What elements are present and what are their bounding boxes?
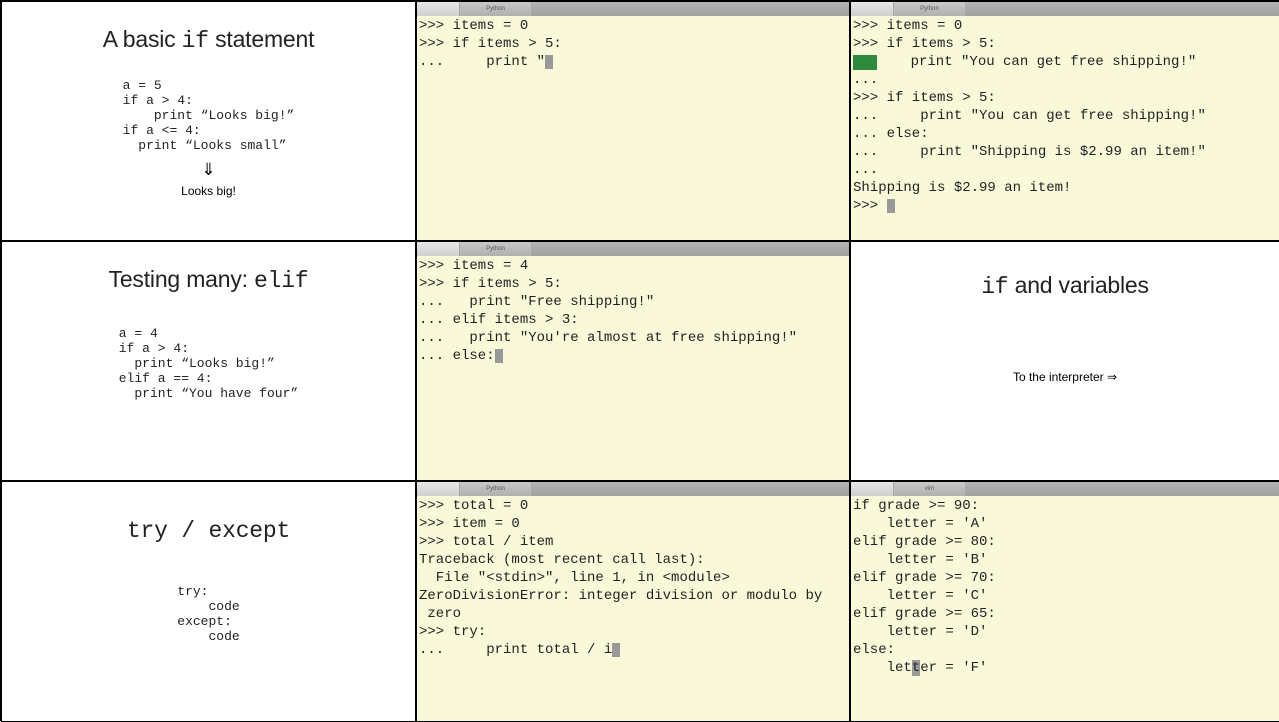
cursor-icon xyxy=(612,643,620,657)
cursor-icon xyxy=(545,55,553,69)
title-keyword: try / except xyxy=(127,518,290,544)
title-text-2: statement xyxy=(209,26,314,52)
slide-title: try / except xyxy=(2,516,415,544)
highlight-cursor-icon xyxy=(853,55,877,70)
terminal-titlebar: Python xyxy=(417,482,849,496)
titlebar-segment xyxy=(417,242,460,256)
title-keyword: if xyxy=(182,28,209,54)
terminal-tab-label: Python xyxy=(460,482,532,496)
slide-grid: A basic if statement a = 5 if a > 4: pri… xyxy=(0,0,1279,721)
slide-if-variables: if and variables To the interpreter ⇒ xyxy=(850,241,1279,481)
terminal-output: >>> items = 4 >>> if items > 5: ... prin… xyxy=(417,256,849,480)
slide-title: Testing many: elif xyxy=(2,266,415,294)
cursor-highlight: t xyxy=(912,660,920,676)
titlebar-segment xyxy=(966,482,1279,496)
output-text: Looks big! xyxy=(2,184,415,198)
sub-caption: To the interpreter ⇒ xyxy=(851,370,1279,384)
slide-basic-if: A basic if statement a = 5 if a > 4: pri… xyxy=(1,1,416,241)
cursor-icon xyxy=(495,349,503,363)
terminal-titlebar: vim xyxy=(851,482,1279,496)
terminal-tab-label: Python xyxy=(894,2,966,16)
terminal-panel-2: Python >>> items = 0 >>> if items > 5: p… xyxy=(850,1,1279,241)
code-example: a = 5 if a > 4: print “Looks big!” if a … xyxy=(123,78,295,153)
terminal-output: >>> items = 0 >>> if items > 5: ... prin… xyxy=(417,16,849,240)
terminal-text: ... >>> if items > 5: ... print "You can… xyxy=(853,72,1206,214)
title-keyword: if xyxy=(981,274,1008,300)
slide-elif: Testing many: elif a = 4 if a > 4: print… xyxy=(1,241,416,481)
slide-title: if and variables xyxy=(851,272,1279,300)
terminal-tab-label: Python xyxy=(460,2,532,16)
slide-try-except: try / except try: code except: code xyxy=(1,481,416,722)
terminal: vim if grade >= 90: letter = 'A' elif gr… xyxy=(851,482,1279,721)
title-text: A basic xyxy=(103,26,182,52)
terminal: Python >>> items = 4 >>> if items > 5: .… xyxy=(417,242,849,480)
terminal-output: >>> total = 0 >>> item = 0 >>> total / i… xyxy=(417,496,849,721)
terminal: Python >>> items = 0 >>> if items > 5: p… xyxy=(851,2,1279,240)
terminal: Python >>> items = 0 >>> if items > 5: .… xyxy=(417,2,849,240)
code-wrap: try: code except: code xyxy=(2,544,415,645)
terminal-panel-3: Python >>> items = 4 >>> if items > 5: .… xyxy=(416,241,850,481)
terminal-panel-5: vim if grade >= 90: letter = 'A' elif gr… xyxy=(850,481,1279,722)
terminal-panel-4: Python >>> total = 0 >>> item = 0 >>> to… xyxy=(416,481,850,722)
terminal-text: if grade >= 90: letter = 'A' elif grade … xyxy=(853,498,996,676)
terminal-line: print "You can get free shipping!" xyxy=(877,54,1196,70)
terminal-line: >>> items = 0 xyxy=(853,18,962,34)
terminal-titlebar: Python xyxy=(417,2,849,16)
terminal-text: >>> items = 4 >>> if items > 5: ... prin… xyxy=(419,258,797,364)
titlebar-segment xyxy=(966,2,1279,16)
titlebar-segment xyxy=(417,2,460,16)
titlebar-segment xyxy=(417,482,460,496)
titlebar-segment xyxy=(532,242,849,256)
titlebar-segment xyxy=(532,2,849,16)
code-wrap: a = 5 if a > 4: print “Looks big!” if a … xyxy=(2,54,415,154)
terminal-text: >>> total = 0 >>> item = 0 >>> total / i… xyxy=(419,498,822,658)
title-text: and variables xyxy=(1008,272,1148,298)
terminal-line: >>> if items > 5: xyxy=(853,36,996,52)
slide-title: A basic if statement xyxy=(2,26,415,54)
title-text: Testing many: xyxy=(109,266,255,292)
code-example: try: code except: code xyxy=(177,584,239,644)
terminal-text: er = 'F' xyxy=(920,660,987,676)
terminal-titlebar: Python xyxy=(417,242,849,256)
terminal-tab-label: vim xyxy=(894,482,966,496)
terminal-output: if grade >= 90: letter = 'A' elif grade … xyxy=(851,496,1279,721)
terminal-panel-1: Python >>> items = 0 >>> if items > 5: .… xyxy=(416,1,850,241)
title-keyword: elif xyxy=(254,268,308,294)
terminal: Python >>> total = 0 >>> item = 0 >>> to… xyxy=(417,482,849,721)
titlebar-segment xyxy=(851,2,894,16)
code-example: a = 4 if a > 4: print “Looks big!” elif … xyxy=(119,326,298,401)
titlebar-segment xyxy=(851,482,894,496)
arrow-down-icon: ⇓ xyxy=(2,160,415,180)
terminal-output: >>> items = 0 >>> if items > 5: print "Y… xyxy=(851,16,1279,240)
cursor-icon xyxy=(887,199,895,213)
terminal-tab-label: Python xyxy=(460,242,532,256)
terminal-text: >>> items = 0 >>> if items > 5: ... prin… xyxy=(419,18,562,70)
titlebar-segment xyxy=(532,482,849,496)
terminal-titlebar: Python xyxy=(851,2,1279,16)
code-wrap: a = 4 if a > 4: print “Looks big!” elif … xyxy=(2,294,415,402)
